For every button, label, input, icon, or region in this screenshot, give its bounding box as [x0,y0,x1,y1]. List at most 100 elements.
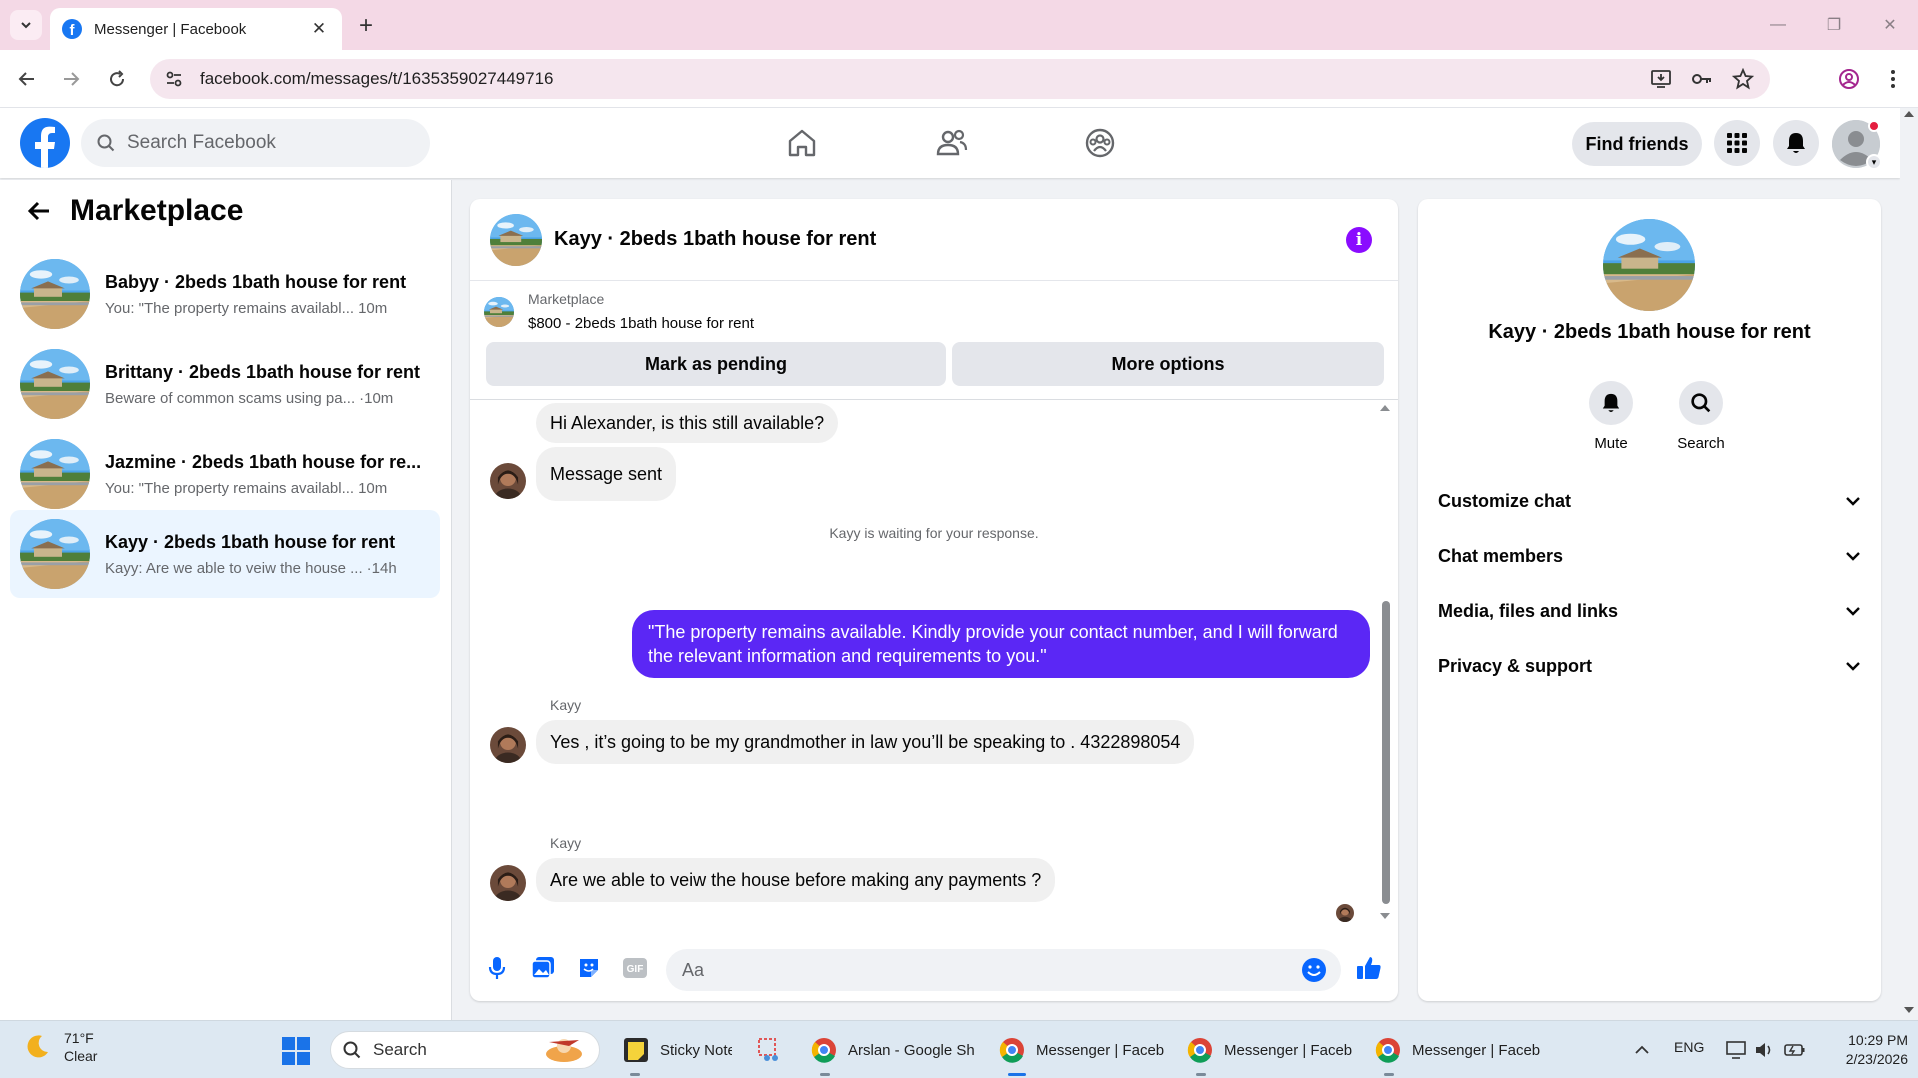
listing-thumbnail [20,259,90,329]
site-info-icon[interactable] [164,69,184,89]
browser-menu-icon[interactable] [1878,64,1908,94]
like-thumb-icon[interactable] [1354,953,1384,983]
customize-chat-row[interactable]: Customize chat [1438,481,1861,521]
back-arrow-icon[interactable] [24,196,54,226]
restore-button[interactable]: ❐ [1814,12,1854,38]
browser-toolbar: facebook.com/messages/t/1635359027449716 [0,50,1918,108]
facebook-logo[interactable] [20,118,70,168]
gif-icon[interactable]: GIF [620,953,650,983]
battery-icon[interactable] [1784,1043,1806,1057]
mute-button[interactable]: Mute [1571,381,1651,452]
arrow-left-icon [18,72,34,86]
facebook-search-input[interactable]: Search Facebook [81,119,430,167]
taskbar-search[interactable]: Search [330,1031,600,1069]
photo-icon[interactable] [528,953,558,983]
page-scrollbar[interactable] [1900,108,1918,1020]
mark-pending-button[interactable]: Mark as pending [486,342,946,386]
conversation-item[interactable]: Babyy · 2beds 1bath house for rent You: … [10,250,440,338]
listing-thumbnail [20,519,90,589]
install-app-icon[interactable] [1650,68,1672,90]
chevron-up-icon[interactable] [1634,1045,1650,1055]
display-icon[interactable] [1726,1041,1746,1059]
conversation-name: Kayy · 2beds 1bath house for rent [105,531,396,552]
conversation-preview: Kayy: Are we able to veiw the house ... [105,559,363,577]
grid-menu-icon [1727,133,1747,153]
chevron-down-icon [21,22,31,29]
conversation-time: 10m [358,299,388,317]
privacy-support-row[interactable]: Privacy & support [1438,646,1861,686]
taskbar-app-chrome-sheets[interactable]: Arslan - Google Sh [810,1031,978,1069]
more-options-button[interactable]: More options [952,342,1384,386]
menu-button[interactable] [1714,120,1760,166]
sender-avatar[interactable] [490,865,526,901]
running-indicator [820,1073,830,1076]
tab-search-button[interactable] [10,10,42,40]
listing-thumbnail [20,439,90,509]
microphone-icon[interactable] [482,953,512,983]
search-icon [1691,393,1711,413]
minimize-button[interactable]: — [1758,12,1798,38]
chat-avatar[interactable] [490,214,542,266]
conversation-preview: Beware of common scams using pa... [105,389,356,407]
chat-scroll-thumb[interactable] [1382,601,1390,904]
chat-members-row[interactable]: Chat members [1438,536,1861,576]
listing-banner[interactable]: Marketplace $800 - 2beds 1bath house for… [484,291,754,332]
scroll-up-icon[interactable] [1900,108,1918,120]
profile-icon[interactable] [1834,64,1864,94]
weather-temp: 71°F [64,1030,94,1046]
conversation-item[interactable]: Brittany · 2beds 1bath house for rent Be… [10,340,440,428]
info-icon[interactable]: i [1346,227,1372,253]
chrome-icon [999,1038,1024,1063]
media-files-links-row[interactable]: Media, files and links [1438,591,1861,631]
notifications-button[interactable] [1773,120,1819,166]
language-indicator[interactable]: ENG [1674,1039,1704,1055]
scroll-up-icon[interactable] [1378,403,1392,413]
close-tab-icon[interactable]: ✕ [308,18,330,40]
friends-nav-button[interactable] [930,121,974,165]
friends-icon [936,129,968,156]
conversation-name: Brittany · 2beds 1bath house for rent [105,361,421,382]
message-composer: GIF Aa [470,939,1398,1001]
scroll-down-icon[interactable] [1900,1004,1918,1016]
scroll-down-icon[interactable] [1378,911,1392,921]
taskbar-app-messenger-3[interactable]: Messenger | Faceb [1374,1031,1544,1069]
emoji-icon[interactable] [1301,957,1327,983]
back-button[interactable] [12,64,42,94]
weather-widget[interactable]: 71°F Clear [22,1029,97,1065]
taskbar-app-messenger-1[interactable]: Messenger | Faceb [998,1031,1168,1069]
account-chevron-icon: ▾ [1866,154,1882,170]
new-tab-button[interactable]: + [352,12,380,40]
groups-nav-button[interactable] [1078,121,1122,165]
arrow-right-icon [64,72,80,86]
section-label: Customize chat [1438,490,1572,511]
taskbar-app-sticky-notes[interactable]: Sticky Note [622,1031,732,1069]
search-icon [343,1041,361,1059]
sticker-icon[interactable] [574,953,604,983]
reload-button[interactable] [102,64,132,94]
key-icon[interactable] [1690,68,1714,90]
info-avatar[interactable] [1603,219,1695,311]
taskbar-app-snipping[interactable] [756,1031,788,1069]
windows-start-icon[interactable] [282,1037,310,1065]
search-conversation-button[interactable]: Search [1661,381,1741,452]
find-friends-button[interactable]: Find friends [1572,122,1702,166]
system-clock[interactable]: 10:29 PM 2/23/2026 [1828,1031,1908,1069]
browser-tab-active[interactable]: f Messenger | Facebook ✕ [50,8,342,50]
taskbar-app-messenger-2[interactable]: Messenger | Faceb [1186,1031,1356,1069]
forward-button[interactable] [56,64,86,94]
sender-avatar[interactable] [490,727,526,763]
star-icon[interactable] [1732,68,1754,90]
close-window-button[interactable]: ✕ [1870,12,1910,38]
chevron-down-icon [1846,662,1860,671]
home-nav-button[interactable] [780,121,824,165]
section-label: Media, files and links [1438,600,1619,621]
message-input[interactable]: Aa [666,949,1341,991]
address-bar[interactable]: facebook.com/messages/t/1635359027449716 [150,59,1770,99]
conversation-item[interactable]: Jazmine · 2beds 1bath house for re... Yo… [10,430,440,518]
conversation-item-active[interactable]: Kayy · 2beds 1bath house for rent Kayy: … [10,510,440,598]
sender-avatar[interactable] [490,463,526,499]
section-label: Privacy & support [1438,655,1593,676]
volume-icon[interactable] [1754,1041,1774,1059]
chat-title[interactable]: Kayy · 2beds 1bath house for rent [554,228,876,251]
account-avatar[interactable]: ▾ [1832,120,1882,170]
